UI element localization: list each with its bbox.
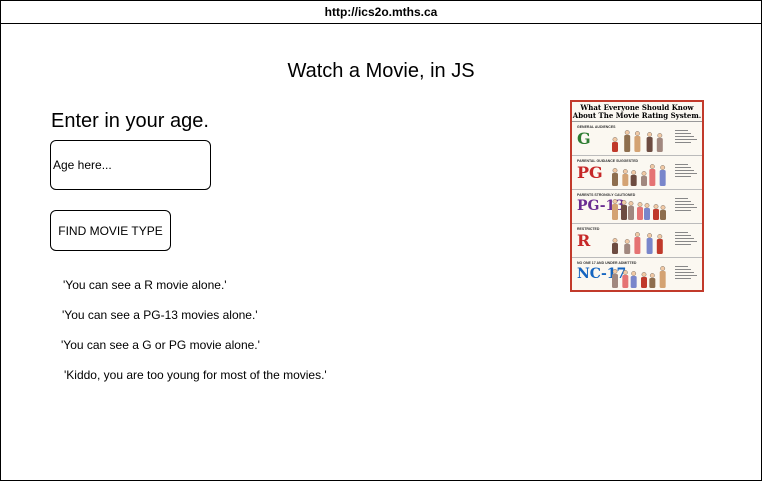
poster-rating-code: PG	[577, 163, 603, 182]
result-pg13-message: 'You can see a PG-13 movies alone.'	[62, 308, 258, 322]
result-r-message: 'You can see a R movie alone.'	[63, 278, 227, 292]
poster-figures-illustration	[612, 164, 666, 186]
poster-heading: What Everyone Should Know About The Movi…	[572, 103, 702, 122]
result-too-young-message: 'Kiddo, you are too young for most of th…	[64, 368, 327, 382]
poster-rating-fine-print	[675, 266, 697, 281]
poster-rating-row: RESTRICTED R	[572, 224, 702, 258]
poster-rating-caption: PARENTS STRONGLY CAUTIONED	[577, 193, 636, 197]
poster-rating-row: GENERAL AUDIENCES G	[572, 122, 702, 156]
poster-figures-illustration	[612, 130, 663, 152]
poster-figures-illustration	[612, 266, 666, 288]
movie-rating-poster-image: What Everyone Should Know About The Movi…	[570, 100, 704, 292]
poster-rating-fine-print	[675, 164, 697, 179]
poster-figures-illustration	[612, 199, 666, 220]
url-text: http://ics2o.mths.ca	[324, 5, 438, 19]
age-input[interactable]	[50, 140, 211, 190]
age-prompt-label: Enter in your age.	[51, 110, 209, 132]
poster-rating-row: PARENTS STRONGLY CAUTIONED PG-13	[572, 190, 702, 224]
poster-rating-code: G	[577, 129, 591, 148]
result-g-pg-message: 'You can see a G or PG movie alone.'	[61, 338, 260, 352]
poster-rating-fine-print	[675, 232, 697, 247]
poster-figures-illustration	[612, 232, 663, 254]
poster-rating-fine-print	[675, 130, 697, 145]
poster-rating-code: R	[577, 231, 591, 250]
poster-rating-fine-print	[675, 198, 697, 213]
url-bar[interactable]: http://ics2o.mths.ca	[0, 0, 762, 24]
page-title: Watch a Movie, in JS	[287, 60, 475, 82]
find-movie-type-button[interactable]: FIND MOVIE TYPE	[50, 210, 171, 251]
poster-rating-row: NO ONE 17 AND UNDER ADMITTED NC-17	[572, 258, 702, 290]
poster-rating-caption: NO ONE 17 AND UNDER ADMITTED	[577, 261, 637, 265]
poster-rating-row: PARENTAL GUIDANCE SUGGESTED PG	[572, 156, 702, 190]
